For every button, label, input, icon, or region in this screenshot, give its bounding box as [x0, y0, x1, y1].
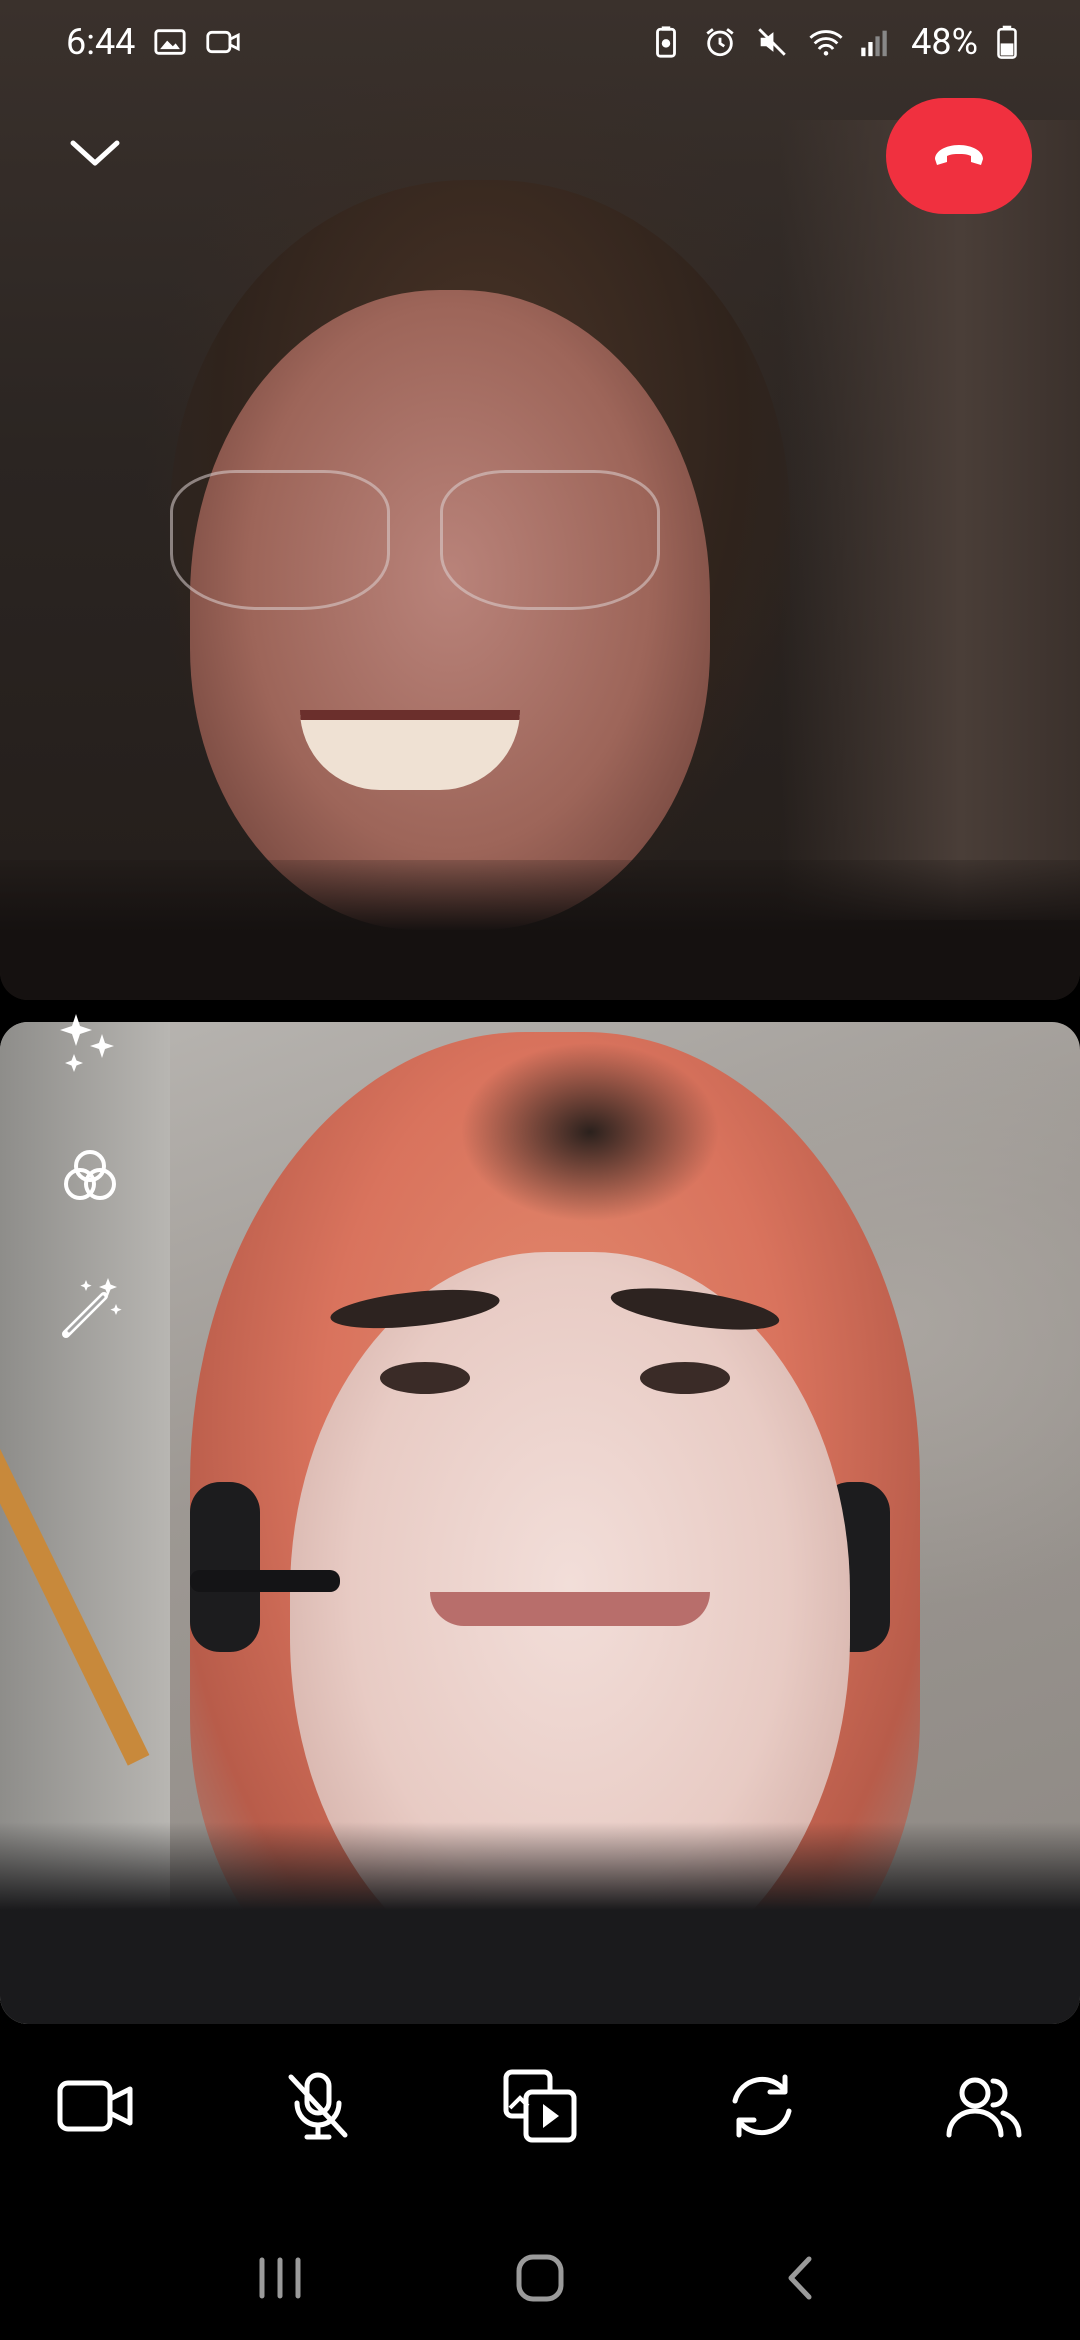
wifi-icon: [807, 25, 843, 59]
camera-toggle-icon: [57, 2077, 135, 2139]
status-bar: 6:44 48%: [0, 0, 1080, 84]
phone-hangup-icon: [931, 139, 987, 173]
filters-button[interactable]: [54, 1142, 126, 1214]
participants-button[interactable]: [936, 2060, 1032, 2156]
status-time: 6:44: [66, 21, 136, 63]
alarm-icon: [703, 25, 737, 59]
battery-icon: [996, 25, 1030, 59]
minimize-call-button[interactable]: [55, 125, 135, 185]
video-notification-icon: [205, 25, 241, 59]
battery-saver-icon: [651, 25, 685, 59]
sparkles-effects-button[interactable]: [54, 1010, 126, 1082]
switch-camera-button[interactable]: [714, 2060, 810, 2156]
effects-menu: [48, 1010, 132, 1346]
mute-icon: [755, 25, 789, 59]
home-icon: [515, 2253, 565, 2307]
self-participant-smile: [430, 1592, 710, 1626]
chevron-down-icon: [67, 135, 123, 175]
microphone-muted-icon: [285, 2071, 351, 2145]
participants-icon: [945, 2073, 1023, 2143]
magic-wand-button[interactable]: [54, 1274, 126, 1346]
self-participant-sweater: [0, 1822, 1080, 2024]
background-wall: [780, 120, 1080, 920]
switch-camera-icon: [725, 2071, 799, 2145]
gallery-icon: [153, 25, 187, 59]
magic-wand-icon: [56, 1274, 124, 1346]
self-video[interactable]: [0, 1022, 1080, 2024]
call-toolbar: [0, 2058, 1080, 2158]
signal-icon: [859, 25, 893, 59]
end-call-button[interactable]: [886, 98, 1032, 214]
headset-left-cup: [190, 1482, 260, 1652]
recent-apps-icon: [256, 2256, 304, 2304]
sparkles-effects-icon: [56, 1010, 124, 1082]
remote-participant-glasses: [170, 470, 670, 620]
filters-icon: [56, 1142, 124, 1214]
system-navigation-bar: [0, 2220, 1080, 2340]
battery-percent: 48%: [911, 21, 978, 63]
recent-apps-button[interactable]: [230, 2230, 330, 2330]
self-participant-hair-roots: [460, 1042, 720, 1222]
share-media-button[interactable]: [492, 2060, 588, 2156]
microphone-button[interactable]: [270, 2060, 366, 2156]
headset-microphone: [190, 1570, 340, 1592]
back-icon: [783, 2253, 817, 2307]
share-media-icon: [502, 2068, 578, 2148]
right-eye: [640, 1362, 730, 1394]
camera-toggle-button[interactable]: [48, 2060, 144, 2156]
home-button[interactable]: [490, 2230, 590, 2330]
back-button[interactable]: [750, 2230, 850, 2330]
remote-participant-shirt: [0, 860, 1080, 1000]
left-eye: [380, 1362, 470, 1394]
